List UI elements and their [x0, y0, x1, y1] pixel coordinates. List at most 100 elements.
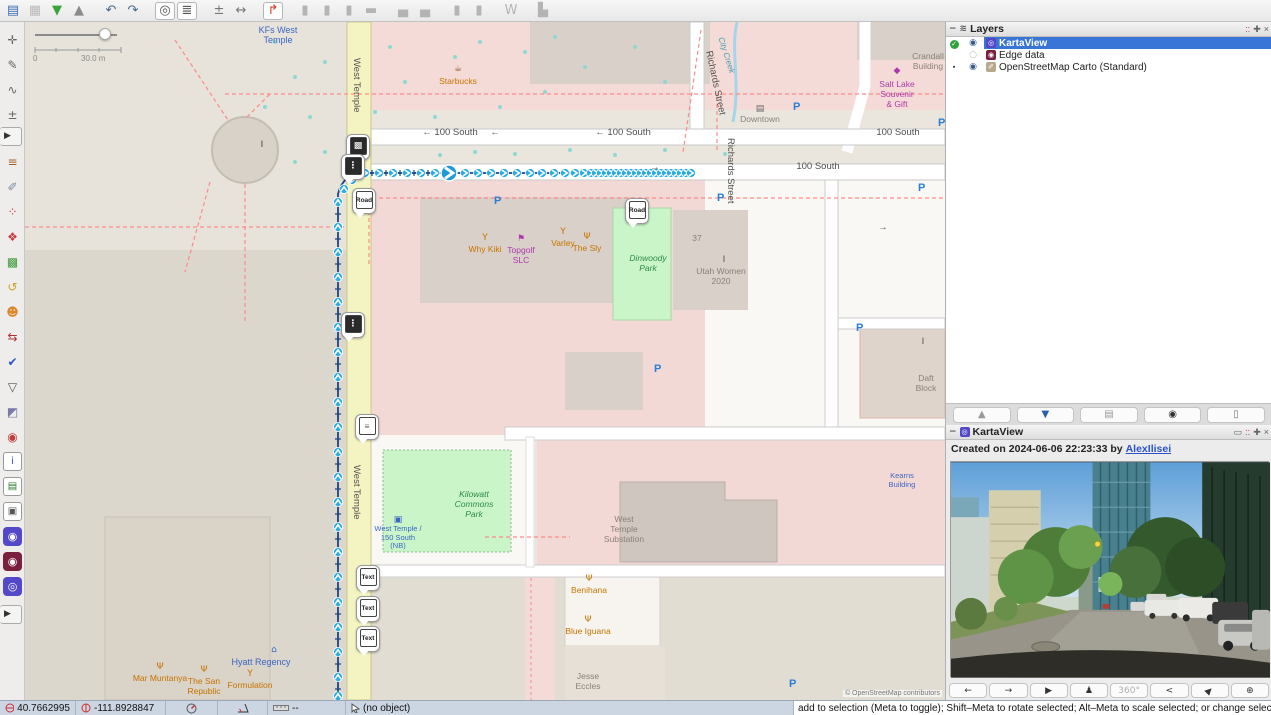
- presets-panel-toggle[interactable]: ▤: [3, 477, 22, 496]
- map-canvas[interactable]: 0 30.0 m © OpenStreetMap contributors We…: [25, 22, 945, 700]
- layers-toggle[interactable]: ≡: [3, 152, 22, 171]
- redo-button[interactable]: ↷: [123, 2, 143, 20]
- distribute-nodes-button[interactable]: ↔: [231, 2, 251, 20]
- zoom-slider-knob[interactable]: [99, 28, 111, 40]
- sticky-icon[interactable]: ✚: [1253, 24, 1261, 35]
- previous-photo-button[interactable]: ←: [949, 683, 987, 698]
- open-file-button[interactable]: ▤: [3, 2, 23, 20]
- parking-icon: P: [918, 183, 925, 194]
- upload-data-button[interactable]: ▲: [69, 2, 89, 20]
- layer-list: ✓◉◎KartaView○◉Edge data▪◉✐OpenStreetMap …: [946, 37, 1271, 403]
- author-link[interactable]: AlexIlisei: [1126, 443, 1172, 455]
- layer-visibility-toggle[interactable]: ◉: [962, 62, 984, 72]
- merge-layer-button[interactable]: ▤: [1080, 407, 1138, 423]
- road-balloon-2[interactable]: Road: [625, 198, 649, 224]
- draw-style-toggle[interactable]: ✐: [3, 177, 22, 196]
- more-panels-expander[interactable]: ▶: [0, 605, 22, 624]
- undo-button[interactable]: ↶: [101, 2, 121, 20]
- layer-row-body[interactable]: ◉Edge data: [984, 49, 1271, 61]
- draw-node-tool[interactable]: ✎: [3, 55, 22, 74]
- layer-row-kartaview[interactable]: ✓◉◎KartaView: [946, 37, 1271, 49]
- conflict-toggle[interactable]: ⇆: [3, 327, 22, 346]
- status-bar: 40.7662995 -111.8928847 -- (no object): [0, 700, 1271, 715]
- map-paint-styles-toggle[interactable]: ◩: [3, 402, 22, 421]
- photo-panel-toggle[interactable]: ▣: [3, 502, 22, 521]
- kartaview-panel: − ◎ KartaView ▭ :: ✚ × Created on 2024-0…: [946, 425, 1271, 700]
- bus-stop-balloon[interactable]: ≡: [355, 414, 379, 440]
- select-tool[interactable]: ✛: [3, 30, 22, 49]
- road-balloon-1[interactable]: Road: [352, 188, 376, 214]
- layer-row-body[interactable]: ✐OpenStreetMap Carto (Standard): [984, 61, 1271, 73]
- filter-toggle[interactable]: ▽: [3, 377, 22, 396]
- open-website-button[interactable]: ⊕: [1231, 683, 1269, 698]
- close-icon[interactable]: ×: [1264, 24, 1269, 35]
- move-layer-down-button[interactable]: ▼: [1017, 407, 1075, 423]
- image-strip-button: ▬: [361, 2, 381, 20]
- map-base: [25, 22, 945, 700]
- layer-row-body[interactable]: ◎KartaView: [984, 37, 1271, 49]
- direction-button[interactable]: ▶: [1191, 683, 1229, 698]
- latitude-icon: [5, 703, 14, 713]
- kartaview-panel-header: − ◎ KartaView ▭ :: ✚ ×: [946, 425, 1271, 440]
- detach-icon[interactable]: ::: [1245, 427, 1250, 438]
- more-tools-expander[interactable]: ▶: [0, 127, 22, 146]
- ruler-icon: [273, 704, 289, 712]
- collapse-icon[interactable]: −: [949, 24, 957, 34]
- road-balloon-1-glyph: Road: [356, 191, 373, 209]
- command-stack-toggle[interactable]: ↺: [3, 277, 22, 296]
- map-attribution: © OpenStreetMap contributors: [843, 690, 942, 697]
- validator-toggle[interactable]: ✔: [3, 352, 22, 371]
- text-balloon-1[interactable]: Text: [356, 565, 380, 591]
- heading-field: [166, 701, 218, 715]
- layer-row-edge-data[interactable]: ○◉Edge data: [946, 49, 1271, 61]
- next-photo-button[interactable]: →: [989, 683, 1027, 698]
- help-text: add to selection (Meta to toggle); Shift…: [793, 701, 1271, 715]
- edge-data-toggle[interactable]: ◉: [3, 552, 22, 571]
- text-balloon-1-glyph: Text: [360, 568, 377, 586]
- compass-icon: [186, 703, 197, 714]
- download-data-button[interactable]: ▼: [47, 2, 67, 20]
- preferences-button[interactable]: ≣: [177, 2, 197, 20]
- open-viewer-button[interactable]: ♟: [1070, 683, 1108, 698]
- authors-toggle[interactable]: ☻: [3, 302, 22, 321]
- sticky-icon[interactable]: ✚: [1253, 427, 1261, 438]
- improve-accuracy-tool[interactable]: ∿: [3, 80, 22, 99]
- text-balloon-3[interactable]: Text: [356, 626, 380, 652]
- traffic-signal-balloon-2[interactable]: ⋮: [341, 312, 365, 338]
- layer-row-osm-carto[interactable]: ▪◉✐OpenStreetMap Carto (Standard): [946, 61, 1271, 73]
- search-button[interactable]: ◎: [155, 2, 175, 20]
- merge-overlap-tool[interactable]: ±: [3, 105, 22, 124]
- street-photo-scene: [951, 462, 1270, 678]
- delete-layer-button[interactable]: ▯: [1207, 407, 1265, 423]
- created-text: Created on 2024-06-06 22:23:33 by: [951, 443, 1123, 455]
- layer-name: Edge data: [999, 50, 1045, 61]
- close-icon[interactable]: ×: [1264, 427, 1269, 438]
- parking-icon: P: [793, 102, 800, 113]
- detach-icon[interactable]: ::: [1245, 24, 1250, 35]
- imagery-toggle[interactable]: ▩: [3, 252, 22, 271]
- layers-panel-title: Layers: [970, 23, 1004, 35]
- collapse-icon[interactable]: −: [949, 427, 957, 437]
- mapillary-toggle[interactable]: ◉: [3, 527, 22, 546]
- relations-toggle[interactable]: ❖: [3, 227, 22, 246]
- follow-line-button[interactable]: ↱: [263, 2, 283, 20]
- share-button[interactable]: <: [1150, 683, 1188, 698]
- bus-stop-balloon-glyph: ≡: [359, 417, 376, 435]
- angle-icon: [237, 703, 249, 713]
- play-sequence-button[interactable]: ▶: [1030, 683, 1068, 698]
- validation-toggle[interactable]: ⁘: [3, 202, 22, 221]
- layer-visibility-toggle[interactable]: ◉: [962, 38, 984, 48]
- text-balloon-2[interactable]: Text: [356, 596, 380, 622]
- right-panel-area: − ≋ Layers :: ✚ × ✓◉◎KartaView○◉Edge dat…: [945, 22, 1271, 700]
- traffic-signal-balloon-1[interactable]: ⋮: [341, 154, 365, 180]
- unglue-nodes-button[interactable]: ±: [209, 2, 229, 20]
- kartaview-toggle[interactable]: ◎: [3, 577, 22, 596]
- window-icon[interactable]: ▭: [1234, 427, 1243, 438]
- layer-type-icon: ◉: [986, 50, 996, 60]
- street-photo[interactable]: [950, 461, 1269, 677]
- move-layer-up-button[interactable]: ▲: [953, 407, 1011, 423]
- notes-toggle[interactable]: ◉: [3, 427, 22, 446]
- show-hide-layer-button[interactable]: ◉: [1144, 407, 1202, 423]
- layer-visibility-toggle[interactable]: ○: [962, 50, 984, 60]
- tags-panel-toggle[interactable]: i: [3, 452, 22, 471]
